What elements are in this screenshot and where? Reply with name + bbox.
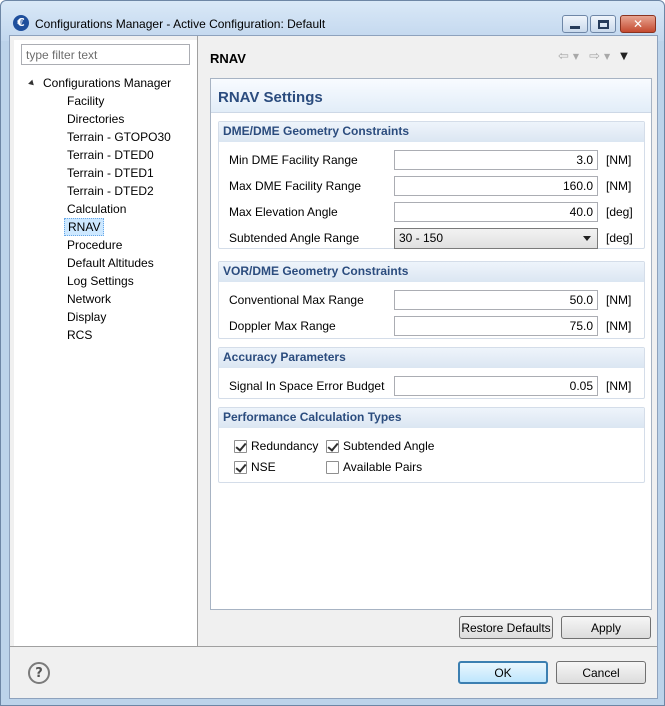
vor-section: VOR/DME Geometry Constraints Conventiona…	[218, 261, 645, 339]
performance-section-title: Performance Calculation Types	[219, 408, 644, 428]
tree-root-item[interactable]: Configurations Manager	[28, 74, 172, 92]
tree-item-terrain-gtopo30[interactable]: Terrain - GTOPO30	[64, 128, 174, 146]
subtended-angle-checkbox[interactable]: Subtended Angle	[326, 438, 434, 454]
dme-section-title: DME/DME Geometry Constraints	[219, 122, 644, 142]
conventional-max-label: Conventional Max Range	[229, 293, 364, 307]
min-dme-range-row: Min DME Facility Range [NM]	[229, 150, 649, 170]
tree-item-procedure[interactable]: Procedure	[64, 236, 125, 254]
eclipse-app-icon: €	[13, 15, 29, 31]
window-title: Configurations Manager - Active Configur…	[35, 17, 326, 31]
subtended-angle-select[interactable]: 30 - 150	[394, 228, 598, 249]
nse-check-icon[interactable]	[234, 460, 247, 474]
minimize-button[interactable]	[562, 15, 588, 33]
preference-page-pane: RNAV ⇦ ▼ ⇨ ▼ ▼ RNAV Settings DME/DME Geo…	[198, 36, 657, 646]
tree-item-rnav[interactable]: RNAV	[64, 218, 105, 236]
tree-item-log-settings[interactable]: Log Settings	[64, 272, 137, 290]
conventional-max-row: Conventional Max Range [NM]	[229, 290, 649, 310]
filter-input[interactable]	[21, 44, 190, 65]
sis-error-label: Signal In Space Error Budget	[229, 379, 385, 393]
vor-section-title: VOR/DME Geometry Constraints	[219, 262, 644, 282]
minimize-icon	[570, 25, 580, 29]
nse-label: NSE	[251, 460, 276, 474]
history-nav: ⇦ ▼ ⇨ ▼ ▼	[558, 49, 628, 64]
tree-item-terrain-dted0[interactable]: Terrain - DTED0	[64, 146, 157, 164]
tree-items: Facility Directories Terrain - GTOPO30 T…	[64, 92, 174, 344]
maximize-button[interactable]	[590, 15, 616, 33]
sis-error-unit: [NM]	[606, 379, 632, 393]
sis-error-row: Signal In Space Error Budget [NM]	[229, 376, 649, 396]
tree-expanded-arrow-icon[interactable]	[28, 79, 36, 87]
settings-title-bar: RNAV Settings	[211, 79, 651, 113]
min-dme-range-input[interactable]	[394, 150, 598, 170]
tree-item-network[interactable]: Network	[64, 290, 114, 308]
subtended-angle-label: Subtended Angle Range	[229, 231, 360, 245]
accuracy-section: Accuracy Parameters Signal In Space Erro…	[218, 347, 645, 399]
tree-item-default-altitudes[interactable]: Default Altitudes	[64, 254, 157, 272]
subtended-angle-check-label: Subtended Angle	[343, 439, 435, 453]
close-button[interactable]: ✕	[620, 15, 656, 33]
ok-button[interactable]: OK	[458, 661, 548, 684]
tree-item-terrain-dted1[interactable]: Terrain - DTED1	[64, 164, 157, 182]
back-dropdown-icon[interactable]: ▼	[573, 52, 579, 61]
maximize-icon	[597, 19, 609, 29]
sis-error-input[interactable]	[394, 376, 598, 396]
dme-section: DME/DME Geometry Constraints Min DME Fac…	[218, 121, 645, 249]
available-pairs-label: Available Pairs	[343, 460, 423, 474]
page-header: RNAV ⇦ ▼ ⇨ ▼ ▼	[198, 40, 657, 74]
dialog-button-bar: ? OK Cancel	[10, 646, 657, 698]
subtended-angle-row: Subtended Angle Range 30 - 150 [deg]	[229, 228, 649, 249]
max-elevation-unit: [deg]	[606, 205, 633, 219]
restore-defaults-button[interactable]: Restore Defaults	[459, 616, 553, 639]
preference-tree-pane: Configurations Manager Facility Director…	[14, 40, 197, 646]
performance-section: Performance Calculation Types Redundancy…	[218, 407, 645, 483]
subtended-angle-unit: [deg]	[606, 231, 633, 245]
conventional-max-unit: [NM]	[606, 293, 632, 307]
doppler-max-row: Doppler Max Range [NM]	[229, 316, 649, 336]
configurations-manager-window: € Configurations Manager - Active Config…	[0, 0, 665, 706]
redundancy-label: Redundancy	[251, 439, 319, 453]
cancel-button[interactable]: Cancel	[556, 661, 646, 684]
tree-item-rcs[interactable]: RCS	[64, 326, 95, 344]
forward-arrow-icon[interactable]: ⇨	[589, 49, 600, 64]
tree-item-calculation[interactable]: Calculation	[64, 200, 129, 218]
conventional-max-input[interactable]	[394, 290, 598, 310]
max-dme-range-unit: [NM]	[606, 179, 632, 193]
forward-dropdown-icon[interactable]: ▼	[604, 52, 610, 61]
nse-checkbox[interactable]: NSE	[234, 459, 276, 475]
dialog-client-area: Configurations Manager Facility Director…	[9, 35, 658, 699]
doppler-max-label: Doppler Max Range	[229, 319, 336, 333]
min-dme-range-label: Min DME Facility Range	[229, 153, 358, 167]
max-dme-range-input[interactable]	[394, 176, 598, 196]
dropdown-arrow-icon	[583, 236, 591, 241]
close-icon: ✕	[632, 17, 644, 31]
page-title: RNAV	[210, 51, 246, 66]
back-arrow-icon[interactable]: ⇦	[558, 49, 569, 64]
redundancy-check-icon[interactable]	[234, 439, 247, 453]
apply-button[interactable]: Apply	[561, 616, 651, 639]
tree-root-label: Configurations Manager	[43, 76, 172, 90]
max-dme-range-row: Max DME Facility Range [NM]	[229, 176, 649, 196]
settings-title: RNAV Settings	[218, 89, 323, 106]
available-pairs-checkbox[interactable]: Available Pairs	[326, 459, 422, 475]
accuracy-section-title: Accuracy Parameters	[219, 348, 644, 368]
rnav-settings-panel: RNAV Settings DME/DME Geometry Constrain…	[210, 78, 652, 610]
subtended-angle-value: 30 - 150	[399, 231, 444, 245]
tree-item-display[interactable]: Display	[64, 308, 109, 326]
tree-item-directories[interactable]: Directories	[64, 110, 127, 128]
tree-item-facility[interactable]: Facility	[64, 92, 107, 110]
max-dme-range-label: Max DME Facility Range	[229, 179, 362, 193]
tree-item-terrain-dted2[interactable]: Terrain - DTED2	[64, 182, 157, 200]
doppler-max-input[interactable]	[394, 316, 598, 336]
redundancy-checkbox[interactable]: Redundancy	[234, 438, 318, 454]
max-elevation-label: Max Elevation Angle	[229, 205, 338, 219]
view-menu-icon[interactable]: ▼	[620, 51, 628, 62]
help-icon[interactable]: ?	[28, 662, 50, 684]
doppler-max-unit: [NM]	[606, 319, 632, 333]
subtended-angle-check-icon[interactable]	[326, 439, 339, 453]
available-pairs-check-icon[interactable]	[326, 460, 339, 474]
max-elevation-input[interactable]	[394, 202, 598, 222]
min-dme-range-unit: [NM]	[606, 153, 632, 167]
max-elevation-row: Max Elevation Angle [deg]	[229, 202, 649, 222]
